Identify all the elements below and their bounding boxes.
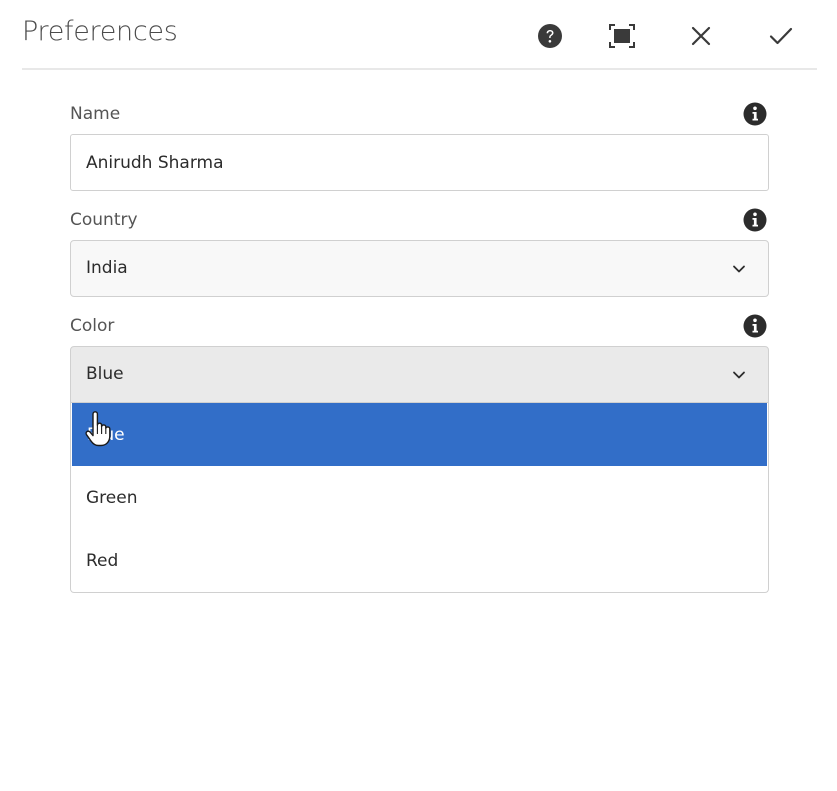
country-label: Country [70, 210, 138, 230]
dialog-title: Preferences [22, 16, 178, 47]
color-option-green[interactable]: Green [71, 466, 768, 529]
chevron-down-icon [732, 367, 746, 381]
country-select[interactable]: India [70, 240, 769, 297]
color-dropdown-list: Blue Green Red [70, 403, 769, 593]
color-label: Color [70, 316, 115, 336]
fullscreen-button[interactable] [604, 18, 640, 54]
color-select-value: Blue [86, 364, 124, 384]
confirm-button[interactable] [763, 18, 799, 54]
color-select[interactable]: Blue [70, 346, 769, 403]
chevron-down-icon [732, 261, 746, 275]
name-label: Name [70, 104, 121, 124]
fullscreen-icon [609, 24, 635, 48]
checkmark-icon [769, 26, 793, 46]
close-button[interactable] [683, 18, 719, 54]
name-input[interactable] [70, 134, 769, 191]
info-icon[interactable] [743, 208, 767, 232]
dialog-header: Preferences [22, 0, 817, 70]
help-button[interactable] [532, 18, 568, 54]
close-icon [691, 26, 711, 46]
color-option-blue[interactable]: Blue [72, 403, 767, 466]
country-select-value: India [86, 258, 128, 278]
help-icon [537, 23, 563, 49]
info-icon[interactable] [743, 102, 767, 126]
color-option-red[interactable]: Red [71, 529, 768, 592]
info-icon[interactable] [743, 314, 767, 338]
preferences-dialog: Preferences Name Anirudh Sharma Country … [0, 0, 837, 791]
